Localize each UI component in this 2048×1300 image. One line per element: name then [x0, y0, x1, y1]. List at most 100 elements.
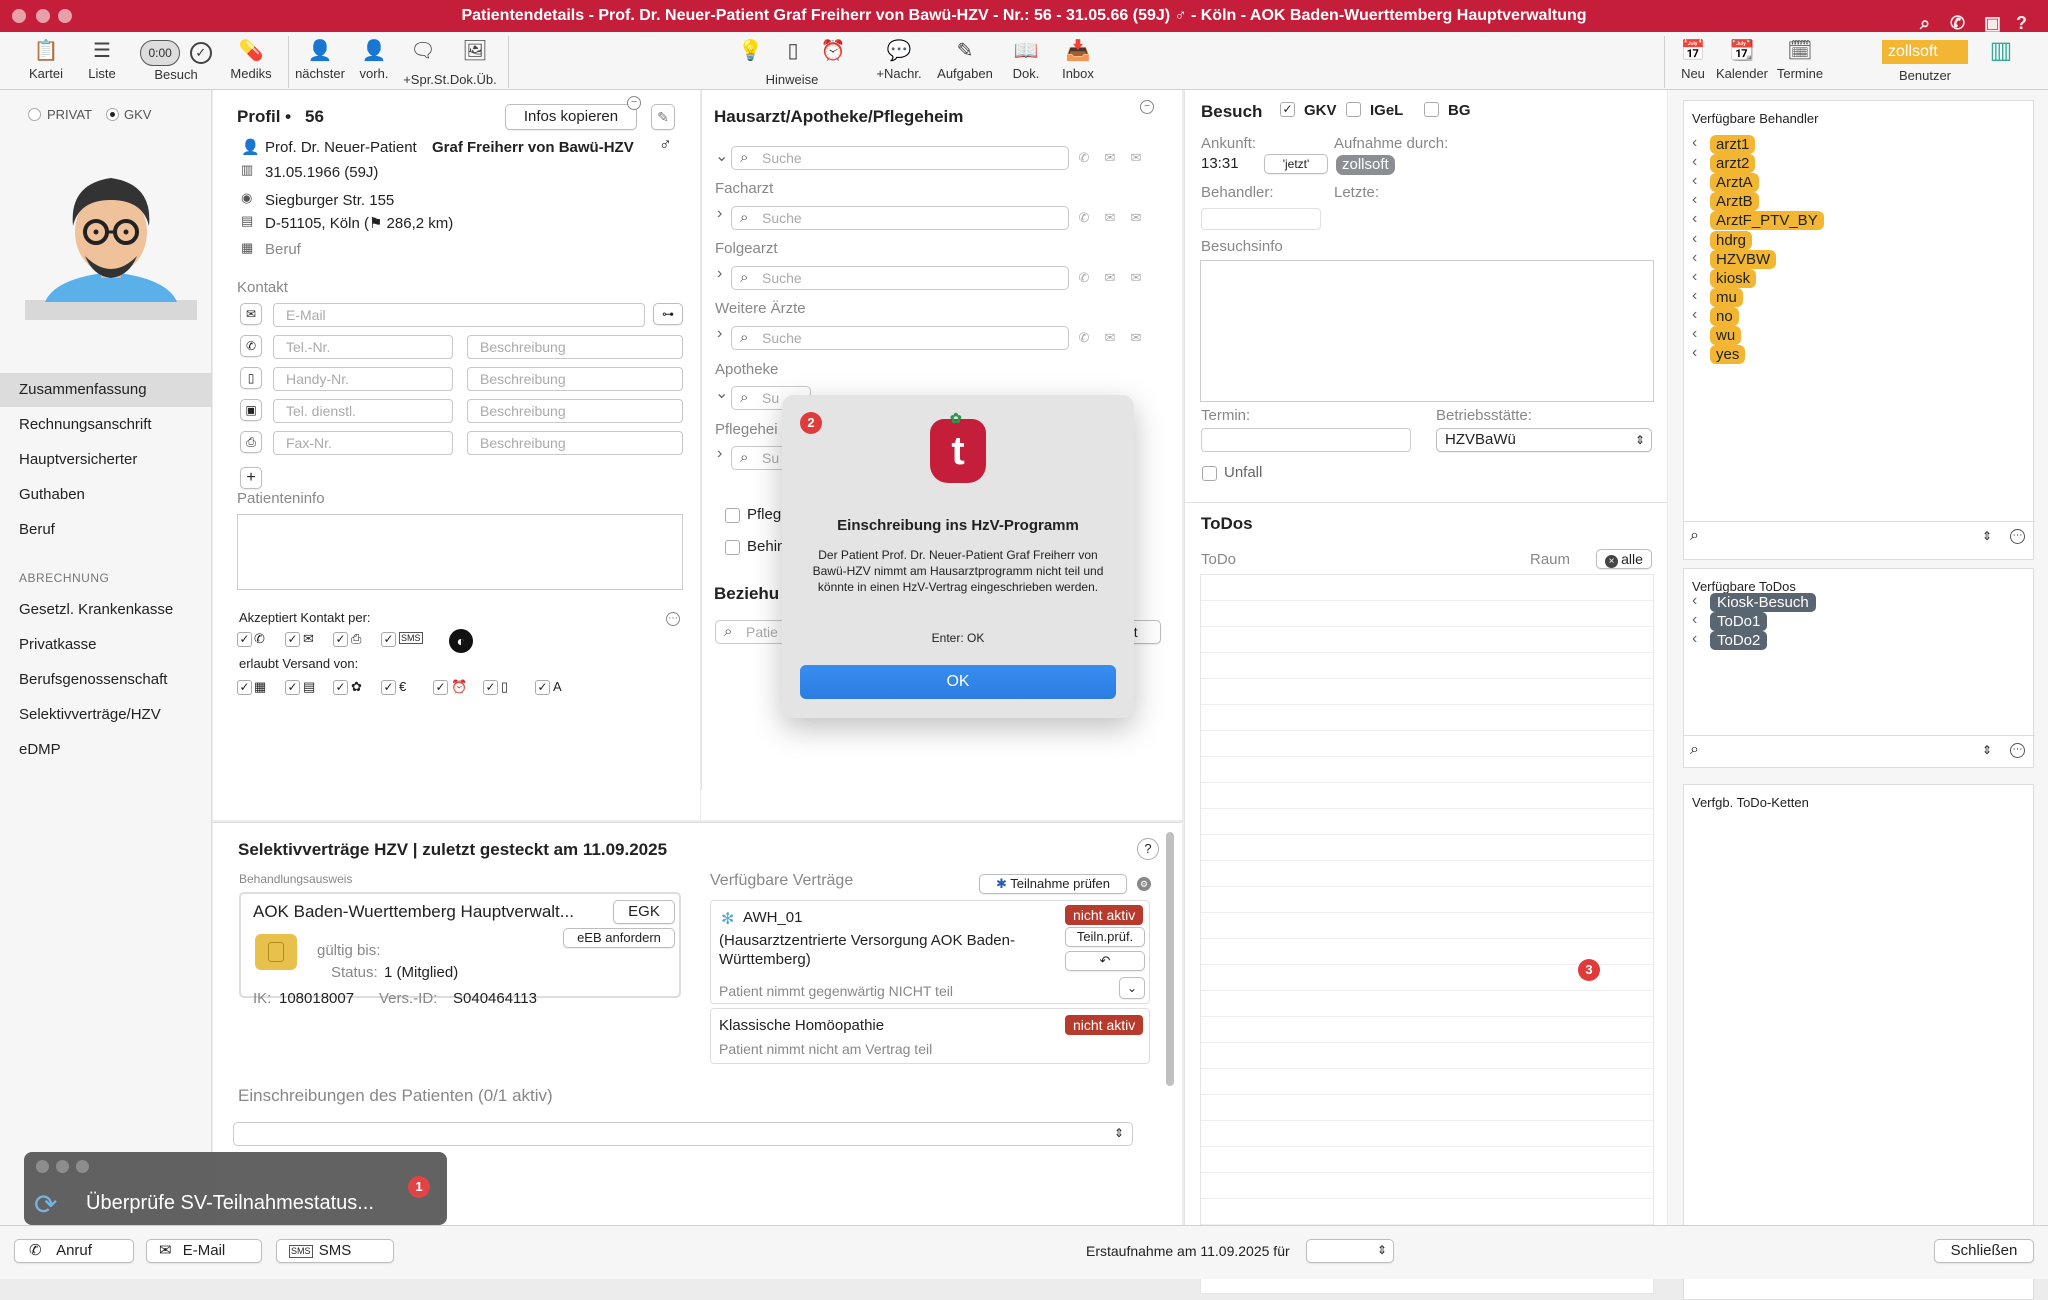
mail-icon[interactable]: ✉	[1125, 267, 1147, 289]
chevron-left-icon[interactable]: ‹	[1692, 287, 1697, 305]
pflege-checkbox[interactable]	[725, 508, 740, 523]
stats-button[interactable]: ▥	[1986, 39, 2016, 66]
behandler-tag[interactable]: ArztF_PTV_BY	[1710, 211, 1824, 231]
behandler-tag[interactable]: arzt1	[1710, 135, 1756, 154]
chevron-left-icon[interactable]: ‹	[1692, 630, 1697, 648]
chevron-left-icon[interactable]: ‹	[1692, 172, 1697, 190]
einschreibungen-select[interactable]: ⇕	[233, 1122, 1133, 1146]
chevron-right-icon[interactable]: ›	[717, 445, 722, 463]
sms-button[interactable]: SMS SMS	[276, 1239, 394, 1263]
vorh-button[interactable]: 👤 vorh.	[356, 40, 392, 81]
spr-button[interactable]: 🗨	[400, 40, 446, 66]
add-contact-button[interactable]: +	[240, 467, 262, 489]
versand-checkbox-3[interactable]: ✓	[333, 680, 348, 695]
fax-icon[interactable]: ⎙	[240, 431, 262, 453]
nav-beruf[interactable]: Beruf	[0, 513, 212, 547]
termine-button[interactable]: 🗓 Termine	[1772, 40, 1828, 81]
nav-privatkasse[interactable]: Privatkasse	[0, 628, 212, 662]
aufnahme-user-tag[interactable]: zollsoft	[1336, 155, 1395, 175]
behandler-tag[interactable]: arzt2	[1710, 154, 1756, 174]
behandler-tag[interactable]: hdrg	[1710, 230, 1753, 250]
ok-button[interactable]: OK	[800, 665, 1116, 699]
todo-tag[interactable]: ToDo1	[1710, 612, 1768, 632]
inbox-button[interactable]: 📥 Inbox	[1056, 40, 1100, 81]
behandler-field[interactable]	[1201, 208, 1321, 230]
phone-icon[interactable]: ✆	[1073, 147, 1095, 169]
beruf-field[interactable]: Beruf	[265, 241, 301, 258]
mail-icon[interactable]: ✉	[1125, 207, 1147, 229]
neu-button[interactable]: 📅 Neu	[1678, 40, 1708, 81]
email-button[interactable]: ✉ E-Mail	[146, 1239, 262, 1263]
search-icon[interactable]: ⌕	[1690, 741, 1699, 759]
chevron-left-icon[interactable]: ‹	[1692, 306, 1697, 324]
kalender-button[interactable]: 📆 Kalender	[1712, 40, 1772, 81]
hausarzt-search[interactable]: Suche	[731, 146, 1069, 170]
erstaufnahme-select[interactable]: ⇕	[1306, 1239, 1394, 1263]
chevron-left-icon[interactable]: ‹	[1692, 210, 1697, 228]
liste-button[interactable]: ☰ Liste	[82, 40, 122, 81]
nav-selektivvertraege[interactable]: Selektivverträge/HZV	[0, 698, 212, 732]
chevron-left-icon[interactable]: ‹	[1692, 249, 1697, 267]
weitere-search[interactable]: Suche	[731, 326, 1069, 350]
post-checkbox[interactable]: ✓	[333, 632, 348, 647]
mediks-button[interactable]: 💊 Mediks	[228, 40, 274, 81]
phone-checkbox[interactable]: ✓	[237, 632, 252, 647]
ankunft-time[interactable]: 13:31	[1201, 155, 1239, 172]
help-icon[interactable]: ?	[1137, 838, 1159, 860]
bg-checkbox[interactable]	[1424, 102, 1439, 117]
behinderung-checkbox[interactable]	[725, 540, 740, 555]
updown-icon[interactable]: ⇕	[1982, 743, 1992, 757]
email-checkbox[interactable]: ✓	[285, 632, 300, 647]
versand-checkbox-5[interactable]: ✓	[433, 680, 448, 695]
versand-checkbox-1[interactable]: ✓	[237, 680, 252, 695]
aufgaben-button[interactable]: ✎ Aufgaben	[934, 40, 996, 81]
email-icon[interactable]: ✉	[240, 303, 262, 325]
updown-icon[interactable]: ⇕	[1982, 529, 1992, 543]
versand-checkbox-7[interactable]: ✓	[535, 680, 550, 695]
nav-edmp[interactable]: eDMP	[0, 733, 212, 767]
egk-button[interactable]: EGK	[613, 900, 675, 924]
chevron-left-icon[interactable]: ‹	[1692, 153, 1697, 171]
dok-ueb-button[interactable]: 🖼	[450, 40, 500, 66]
settings-icon[interactable]: ⚙	[1137, 877, 1151, 891]
betriebsstaette-select[interactable]: HZVBaWü ⇕	[1436, 428, 1652, 452]
nav-rechnungsanschrift[interactable]: Rechnungsanschrift	[0, 408, 212, 442]
chevron-left-icon[interactable]: ‹	[1692, 325, 1697, 343]
nav-berufsgenossenschaft[interactable]: Berufsgenossenschaft	[0, 663, 212, 697]
raum-column-header[interactable]: Raum	[1530, 551, 1570, 568]
chevron-left-icon[interactable]: ‹	[1692, 134, 1697, 152]
benutzer-selector[interactable]: zollsoft Benutzer	[1882, 40, 1968, 83]
todo-tag[interactable]: Kiosk-Besuch	[1710, 593, 1816, 612]
teilnahme-pruefen-button[interactable]: ✱ Teilnahme prüfen	[979, 874, 1127, 894]
unfall-checkbox[interactable]	[1202, 466, 1217, 481]
office-phone-icon[interactable]: ▣	[240, 399, 262, 421]
nachr-button[interactable]: 💬 +Nachr.	[874, 40, 924, 81]
facharzt-search[interactable]: Suche	[731, 206, 1069, 230]
eeb-anfordern-button[interactable]: eEB anfordern	[563, 928, 675, 948]
email-icon[interactable]: ✉	[1099, 327, 1121, 349]
chevron-left-icon[interactable]: ‹	[1692, 344, 1697, 362]
dienst-input[interactable]: Tel. dienstl.	[273, 399, 453, 423]
igel-checkbox[interactable]	[1346, 102, 1361, 117]
anruf-button[interactable]: ✆ Anruf	[14, 1239, 134, 1263]
behandler-tag[interactable]: no	[1710, 306, 1739, 326]
behandler-tag[interactable]: HZVBW	[1710, 249, 1777, 269]
close-window-button[interactable]	[12, 9, 26, 23]
chevron-left-icon[interactable]: ‹	[1692, 230, 1697, 248]
phone-icon[interactable]: ✆	[1073, 327, 1095, 349]
zoom-window-button[interactable]	[58, 9, 72, 23]
versand-checkbox-4[interactable]: ✓	[381, 680, 396, 695]
todo-column-header[interactable]: ToDo	[1201, 551, 1236, 568]
email-icon[interactable]: ✉	[1099, 207, 1121, 229]
avatar[interactable]	[25, 170, 197, 340]
vertrag-awh[interactable]: ✻ AWH_01 (Hausarztzentrierte Versorgung …	[710, 900, 1150, 1004]
more-icon[interactable]: ⋯	[666, 612, 680, 626]
minus-icon[interactable]: −	[627, 96, 641, 110]
tel-input[interactable]: Tel.-Nr.	[273, 335, 453, 359]
termin-field[interactable]	[1201, 428, 1411, 452]
mobile-icon[interactable]: ▯	[240, 367, 262, 389]
schliessen-button[interactable]: Schließen	[1934, 1239, 2034, 1263]
handy-input[interactable]: Handy-Nr.	[273, 367, 453, 391]
alarm-button[interactable]: ⏰	[818, 40, 848, 66]
minimize-window-button[interactable]	[36, 9, 50, 23]
